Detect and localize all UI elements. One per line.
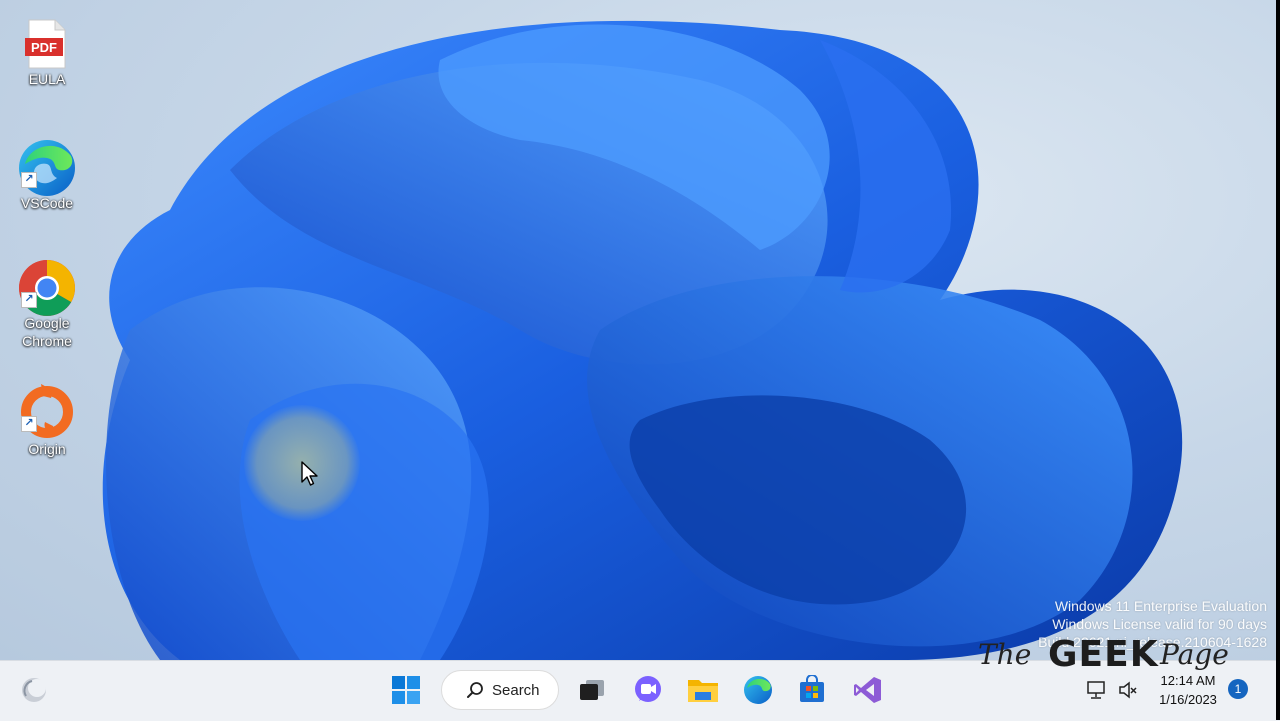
watermark-line: Windows 11 Enterprise Evaluation	[1054, 598, 1267, 614]
pdf-badge: PDF	[31, 40, 57, 55]
clock-date: 1/16/2023	[1159, 692, 1217, 707]
chat-button[interactable]	[628, 670, 668, 710]
screen-frame-edge	[1276, 0, 1280, 720]
edge-icon	[744, 676, 772, 704]
mouse-cursor-icon	[301, 461, 318, 486]
volume-muted-icon	[1119, 681, 1137, 699]
watermark-line: Windows License valid for 90 days	[1052, 616, 1267, 632]
weather-icon	[22, 678, 46, 702]
wallpaper-bloom	[102, 20, 1183, 660]
network-icon	[1087, 681, 1105, 699]
desktop-icon-label: Google Chrome	[22, 315, 72, 349]
taskbar-search[interactable]: Search	[441, 670, 559, 710]
search-label: Search	[492, 681, 540, 699]
origin-icon: ↗	[21, 382, 73, 438]
shortcut-arrow-icon: ↗	[21, 416, 37, 432]
teams-chat-icon	[635, 676, 661, 702]
desktop-icon-vscode[interactable]: ↗ VSCode	[7, 138, 87, 212]
desktop-icon-google-chrome[interactable]: ↗ Google Chrome	[7, 258, 87, 350]
chrome-icon: ↗	[19, 258, 75, 316]
task-view-button[interactable]	[572, 670, 612, 710]
desktop-icon-eula[interactable]: PDF EULA	[7, 18, 87, 88]
store-icon	[800, 675, 824, 702]
search-icon	[467, 682, 483, 698]
shortcut-arrow-icon: ↗	[21, 172, 37, 188]
file-explorer-button[interactable]	[683, 670, 723, 710]
brand-geek: GEEK	[1048, 634, 1159, 675]
start-button[interactable]	[386, 670, 426, 710]
desktop-icon-label: EULA	[28, 71, 66, 87]
start-icon	[392, 676, 420, 704]
desktop-icon-origin[interactable]: ↗ Origin	[7, 382, 87, 458]
brand-the: The	[978, 638, 1032, 671]
file-explorer-icon	[688, 680, 718, 702]
visual-studio-icon	[854, 677, 881, 703]
visual-studio-button[interactable]	[848, 670, 888, 710]
desktop-icon-label: Origin	[28, 441, 66, 457]
brand-page: Page	[1160, 638, 1229, 671]
desktop[interactable]: PDF EULA ↗ VSCode ↗ Google Chrome ↗ Orig…	[0, 0, 1280, 660]
task-view-icon	[580, 680, 604, 700]
widgets-button[interactable]	[16, 670, 52, 710]
edge-taskbar-button[interactable]	[738, 670, 778, 710]
store-button[interactable]	[792, 670, 832, 710]
pdf-file-icon: PDF	[23, 18, 71, 69]
notification-badge[interactable]: 1	[1228, 679, 1248, 699]
brand-logo-overlay: The GEEK Page	[978, 634, 1229, 678]
edge-icon: ↗	[19, 138, 75, 196]
shortcut-arrow-icon: ↗	[21, 292, 37, 308]
